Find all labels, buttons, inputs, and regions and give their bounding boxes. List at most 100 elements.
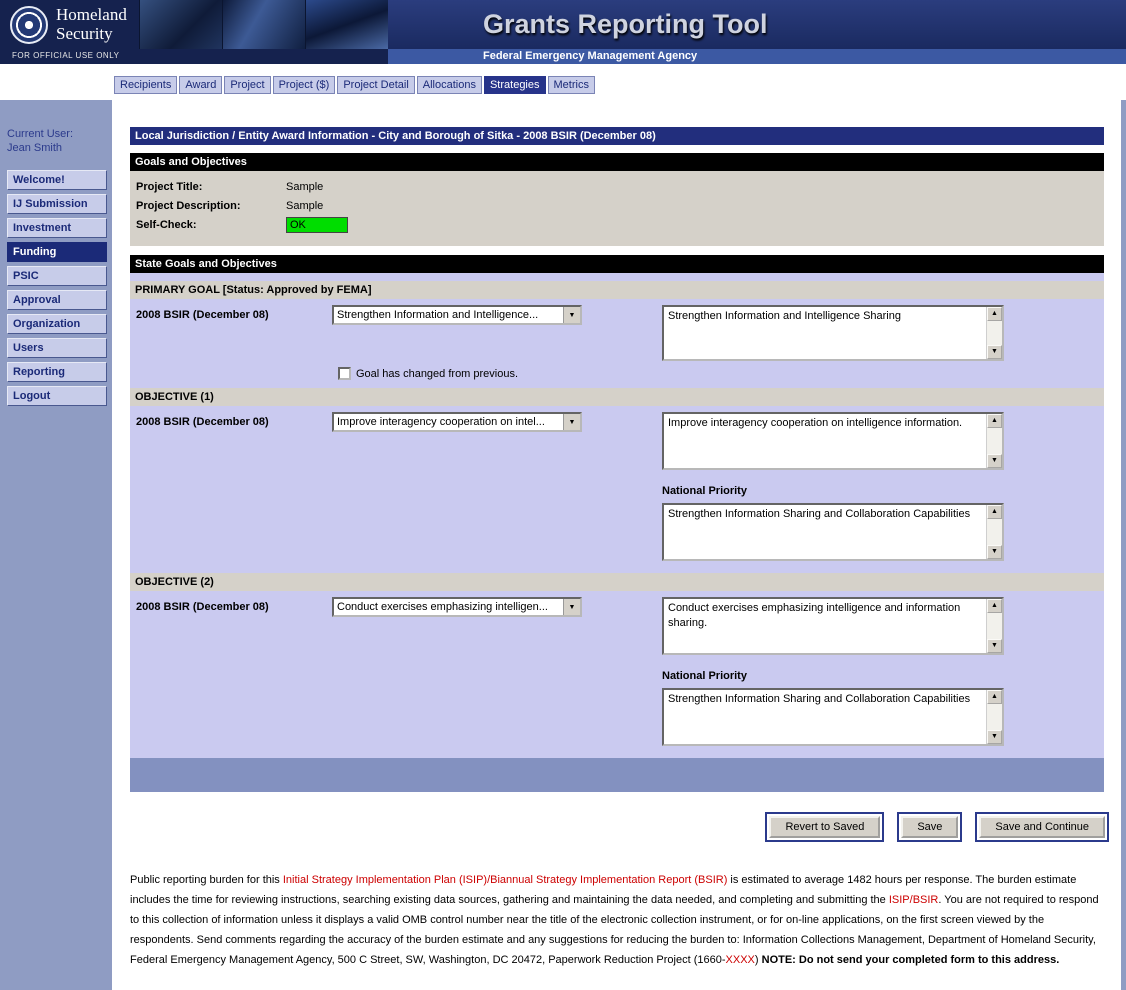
goals-area: PRIMARY GOAL [Status: Approved by FEMA] … [130, 273, 1104, 792]
save-and-continue-button[interactable]: Save and Continue [979, 816, 1105, 838]
header-brand-area: Homeland Security FOR OFFICIAL USE ONLY [0, 0, 388, 64]
sidebar-item-funding[interactable]: Funding [7, 242, 107, 262]
tab-project-detail[interactable]: Project Detail [337, 76, 414, 94]
sidebar-item-reporting[interactable]: Reporting [7, 362, 107, 382]
burden-note: NOTE: Do not send your completed form to… [762, 954, 1060, 966]
header-photo [222, 0, 305, 49]
scrollbar-up-icon[interactable]: ▲ [987, 599, 1002, 613]
scrollbar-down-icon[interactable]: ▼ [987, 345, 1002, 359]
header-photo [305, 0, 388, 49]
primary-goal-textarea[interactable]: Strengthen Information and Intelligence … [662, 305, 1004, 361]
objective-2-row: 2008 BSIR (December 08) Conduct exercise… [130, 591, 1104, 661]
primary-goal-row: 2008 BSIR (December 08) Strengthen Infor… [130, 299, 1104, 367]
save-button[interactable]: Save [901, 816, 958, 838]
tab-allocations[interactable]: Allocations [417, 76, 482, 94]
omb-number-link[interactable]: XXXX [726, 954, 755, 966]
scrollbar-down-icon[interactable]: ▼ [987, 730, 1002, 744]
dropdown-arrow-icon[interactable]: ▼ [563, 414, 580, 430]
objective-1-textarea[interactable]: Improve interagency cooperation on intel… [662, 412, 1004, 470]
sidebar-item-users[interactable]: Users [7, 338, 107, 358]
scrollbar-down-icon[interactable]: ▼ [987, 454, 1002, 468]
scrollbar[interactable]: ▲ ▼ [986, 307, 1002, 359]
objective-2-text: Conduct exercises emphasizing intelligen… [664, 599, 1002, 633]
action-button-row: Revert to Saved Save Save and Continue [112, 812, 1109, 842]
dhs-seal-logo [10, 6, 48, 44]
scrollbar[interactable]: ▲ ▼ [986, 505, 1002, 559]
objective-2-national-priority-text: Strengthen Information Sharing and Colla… [664, 690, 1002, 709]
main-content: Local Jurisdiction / Entity Award Inform… [112, 100, 1121, 990]
project-title-value: Sample [286, 181, 323, 193]
agency-strip: Federal Emergency Management Agency [388, 49, 1126, 64]
national-priority-label: National Priority [130, 476, 1104, 503]
header-photo [139, 0, 222, 49]
scrollbar-up-icon[interactable]: ▲ [987, 690, 1002, 704]
primary-goal-dropdown[interactable]: Strengthen Information and Intelligence.… [332, 305, 582, 325]
bsir-period-label: 2008 BSIR (December 08) [136, 305, 332, 321]
tab-recipients[interactable]: Recipients [114, 76, 177, 94]
sidebar-item-approval[interactable]: Approval [7, 290, 107, 310]
section-footer-strip [130, 758, 1104, 792]
scrollbar-down-icon[interactable]: ▼ [987, 545, 1002, 559]
objective-1-dropdown-value: Improve interagency cooperation on intel… [334, 416, 563, 428]
app-header: Homeland Security FOR OFFICIAL USE ONLY … [0, 0, 1126, 64]
burden-text: ) [755, 954, 762, 966]
sidebar-item-ij-submission[interactable]: IJ Submission [7, 194, 107, 214]
page: Homeland Security FOR OFFICIAL USE ONLY … [0, 0, 1126, 990]
sidebar-item-welcome[interactable]: Welcome! [7, 170, 107, 190]
app-title: Grants Reporting Tool [388, 0, 1126, 49]
dropdown-arrow-icon[interactable]: ▼ [563, 599, 580, 615]
goals-objectives-header: Goals and Objectives [130, 153, 1104, 171]
state-goals-header: State Goals and Objectives [130, 255, 1104, 273]
tab-project[interactable]: Project [224, 76, 270, 94]
objective-1-header: OBJECTIVE (1) [130, 388, 1104, 406]
revert-button-frame: Revert to Saved [765, 812, 884, 842]
bsir-period-label: 2008 BSIR (December 08) [136, 597, 332, 613]
sidebar-item-organization[interactable]: Organization [7, 314, 107, 334]
scrollbar-up-icon[interactable]: ▲ [987, 414, 1002, 428]
objective-1-dropdown[interactable]: Improve interagency cooperation on intel… [332, 412, 582, 432]
tab-award[interactable]: Award [179, 76, 222, 94]
brand-text: Homeland Security [56, 6, 127, 43]
primary-goal-dropdown-value: Strengthen Information and Intelligence.… [334, 309, 563, 321]
revert-to-saved-button[interactable]: Revert to Saved [769, 816, 880, 838]
objective-2-national-priority-textarea[interactable]: Strengthen Information Sharing and Colla… [662, 688, 1004, 746]
objective-2-textarea[interactable]: Conduct exercises emphasizing intelligen… [662, 597, 1004, 655]
brand-line2: Security [56, 25, 127, 43]
objective-2-dropdown[interactable]: Conduct exercises emphasizing intelligen… [332, 597, 582, 617]
bsir-period-label: 2008 BSIR (December 08) [136, 412, 332, 428]
sidebar: Current User: Jean Smith Welcome! IJ Sub… [0, 100, 112, 990]
save-continue-button-frame: Save and Continue [975, 812, 1109, 842]
dropdown-arrow-icon[interactable]: ▼ [563, 307, 580, 323]
brand-line1: Homeland [56, 6, 127, 24]
tab-strategies[interactable]: Strategies [484, 76, 546, 94]
project-title-label: Project Title: [136, 181, 286, 193]
paperwork-burden-notice: Public reporting burden for this Initial… [130, 870, 1101, 970]
page-title-bar: Local Jurisdiction / Entity Award Inform… [130, 127, 1104, 145]
tab-metrics[interactable]: Metrics [548, 76, 595, 94]
objective-1-national-priority-textarea[interactable]: Strengthen Information Sharing and Colla… [662, 503, 1004, 561]
tab-bar: RecipientsAwardProjectProject ($)Project… [0, 64, 1126, 100]
self-check-row: Self-Check: OK [136, 217, 1098, 233]
goal-changed-row: Goal has changed from previous. [130, 367, 1104, 388]
scrollbar-up-icon[interactable]: ▲ [987, 307, 1002, 321]
scrollbar-up-icon[interactable]: ▲ [987, 505, 1002, 519]
objective-1-text: Improve interagency cooperation on intel… [664, 414, 1002, 433]
scrollbar[interactable]: ▲ ▼ [986, 414, 1002, 468]
current-user-label: Current User: [7, 128, 107, 142]
project-description-value: Sample [286, 200, 323, 212]
burden-text: Public reporting burden for this [130, 874, 283, 886]
objective-2-header: OBJECTIVE (2) [130, 573, 1104, 591]
goal-changed-checkbox[interactable] [338, 367, 351, 380]
scrollbar[interactable]: ▲ ▼ [986, 599, 1002, 653]
sidebar-item-investment[interactable]: Investment [7, 218, 107, 238]
sidebar-item-logout[interactable]: Logout [7, 386, 107, 406]
project-description-row: Project Description: Sample [136, 198, 1098, 214]
isip-bsir-link[interactable]: Initial Strategy Implementation Plan (IS… [283, 874, 728, 886]
scrollbar-down-icon[interactable]: ▼ [987, 639, 1002, 653]
isip-bsir-short-link[interactable]: ISIP/BSIR [889, 894, 939, 906]
project-description-label: Project Description: [136, 200, 286, 212]
primary-goal-header: PRIMARY GOAL [Status: Approved by FEMA] [130, 281, 1104, 299]
tab-project-dollars[interactable]: Project ($) [273, 76, 336, 94]
scrollbar[interactable]: ▲ ▼ [986, 690, 1002, 744]
sidebar-item-psic[interactable]: PSIC [7, 266, 107, 286]
